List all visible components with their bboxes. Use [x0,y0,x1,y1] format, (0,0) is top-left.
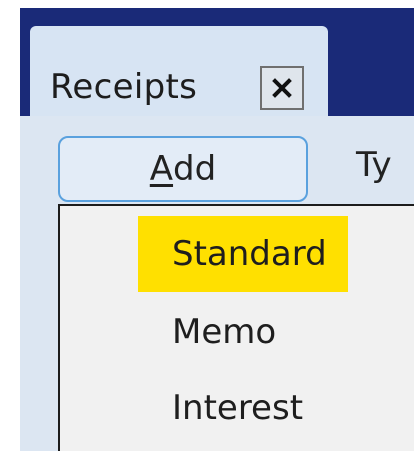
menu-item-label: Standard [172,234,327,274]
menu-item-memo[interactable]: Memo [138,294,414,370]
add-mnemonic: A [149,149,174,189]
menu-item-label: Interest [172,388,304,428]
menu-icon-gutter [60,206,138,451]
menu-item-interest[interactable]: Interest [138,370,414,446]
add-dropdown-menu: Standard Memo Interest [58,204,414,451]
tab-title: Receipts [50,67,198,107]
add-button[interactable]: Add [58,136,308,202]
tab-receipts[interactable]: Receipts [30,26,328,116]
close-icon[interactable] [260,66,304,110]
menu-item-standard[interactable]: Standard [138,216,348,292]
menu-item-label: Memo [172,312,277,352]
content-panel: Add Ty Standard Memo Interest [20,116,414,451]
app-window: Receipts Add Ty Standard Memo Interest [20,8,414,451]
add-label-rest: dd [173,149,217,189]
type-label: Ty [356,145,392,185]
